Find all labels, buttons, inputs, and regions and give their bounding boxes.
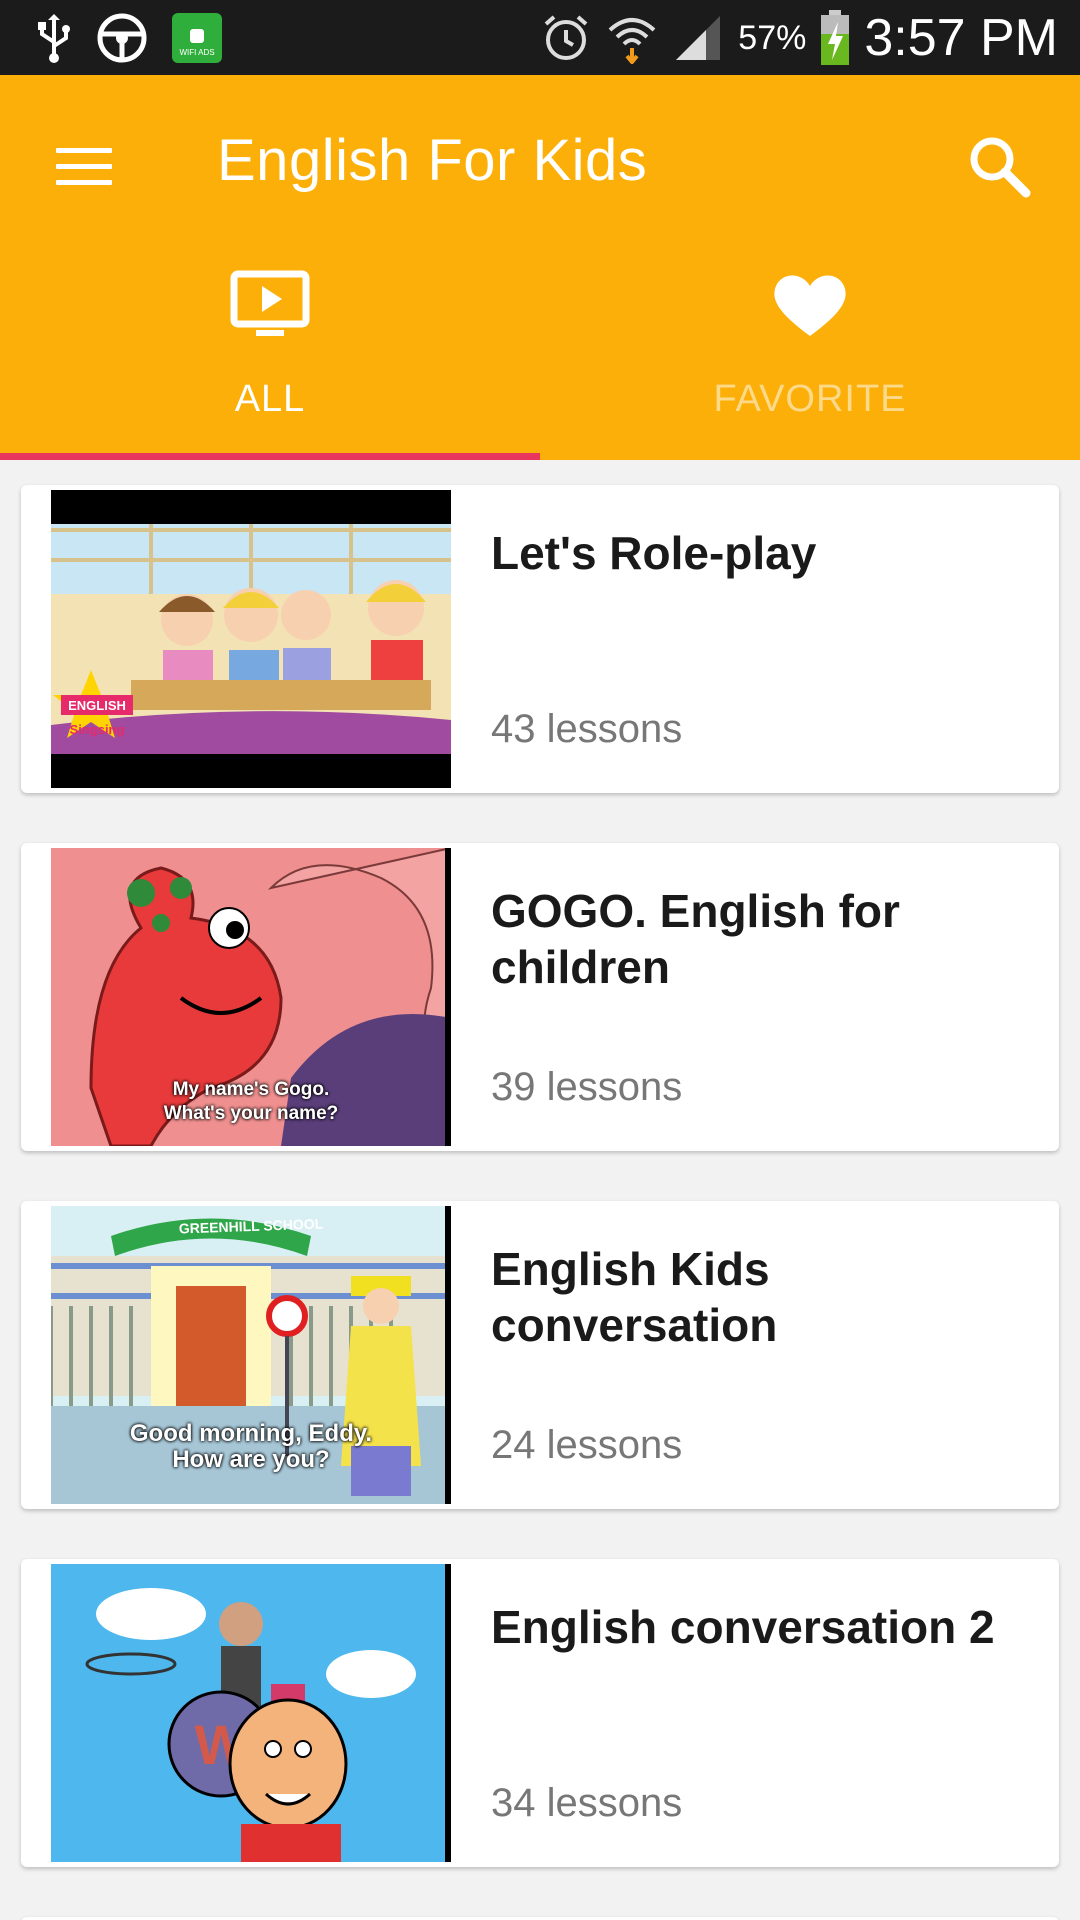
tab-all[interactable]: ALL (0, 260, 540, 460)
playlist-card[interactable]: ENGLISH Singsing Let's Role-play 43 less… (21, 485, 1059, 793)
playlist-thumbnail: W (51, 1564, 451, 1862)
wifi-ads-icon: WIFI ADS (172, 13, 222, 63)
search-button[interactable] (960, 127, 1040, 207)
playlist-card[interactable]: W English conversation 2 34 lessons (21, 1559, 1059, 1867)
playlist-title: English Kids conversation (491, 1243, 778, 1351)
playlist-title: English conversation 2 (491, 1601, 995, 1653)
playlist-card[interactable]: My name's Gogo. What's your name? GOGO. … (21, 843, 1059, 1151)
status-bar-left-icons: WIFI ADS (36, 10, 222, 66)
playlist-thumbnail: ENGLISH Singsing (51, 490, 451, 788)
search-icon (970, 137, 1031, 198)
playlist-title: GOGO. English for children (491, 885, 900, 993)
svg-text:Singsing: Singsing (70, 722, 125, 737)
svg-text:ENGLISH: ENGLISH (68, 698, 126, 713)
playlist-lesson-count: 24 lessons (491, 1423, 683, 1467)
thumbnail-caption: Good morning, Eddy. How are you? (129, 1420, 373, 1473)
playlist-lesson-count: 43 lessons (491, 707, 683, 751)
signal-icon (676, 16, 721, 60)
tab-favorite-label: FAVORITE (713, 378, 907, 420)
wifi-icon (608, 18, 656, 64)
playlist-title: Let's Role-play (491, 527, 817, 579)
usb-icon (38, 14, 70, 63)
battery-charging-icon (821, 10, 850, 65)
menu-icon-line (56, 179, 112, 185)
status-bar: WIFI ADS 57% 3:57 PM (0, 0, 1080, 75)
battery-percent: 57% (738, 18, 807, 57)
playlist-lesson-count: 34 lessons (491, 1781, 683, 1825)
status-bar-right-icons: 57% 3:57 PM (540, 6, 1058, 70)
menu-icon-line (56, 163, 112, 169)
tab-selected-indicator (0, 453, 540, 460)
playlist-thumbnail: GREENHILL SCHOOL Good morning, Eddy. How… (51, 1206, 451, 1504)
app-bar: English For Kids ALL FAVORITE (0, 75, 1080, 460)
menu-icon-line (56, 147, 112, 153)
playlist-lesson-count: 39 lessons (491, 1065, 683, 1109)
thumbnail-caption: My name's Gogo. What's your name? (163, 1079, 339, 1124)
tv-play-icon (230, 270, 310, 336)
heart-icon (774, 275, 846, 336)
menu-button[interactable] (48, 130, 120, 202)
clock: 3:57 PM (864, 9, 1058, 67)
playlist-card[interactable]: GREENHILL SCHOOL Good morning, Eddy. How… (21, 1201, 1059, 1509)
playlist-thumbnail: My name's Gogo. What's your name? (51, 848, 451, 1146)
tab-favorite[interactable]: FAVORITE (540, 260, 1080, 460)
steering-wheel-icon (97, 13, 147, 63)
app-title: English For Kids (217, 128, 648, 193)
tab-all-label: ALL (234, 378, 306, 420)
alarm-icon (544, 15, 588, 60)
